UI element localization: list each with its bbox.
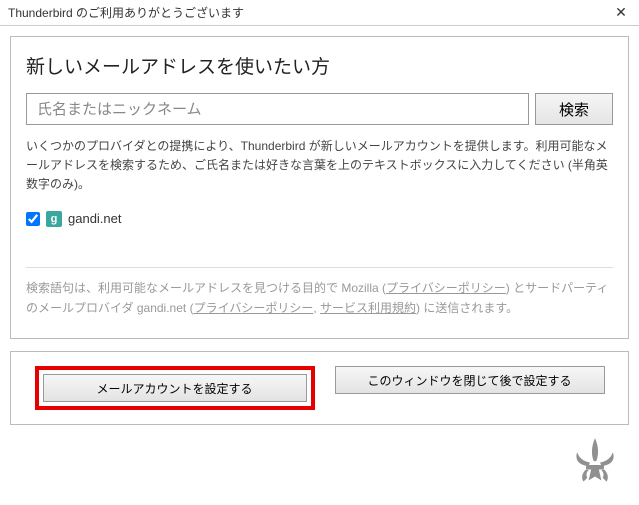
divider (26, 267, 613, 268)
main-panel: 新しいメールアドレスを使いたい方 検索 いくつかのプロバイダとの提携により、Th… (10, 36, 629, 339)
gandi-privacy-link[interactable]: プライバシーポリシー (194, 301, 314, 315)
search-button[interactable]: 検索 (535, 93, 613, 125)
close-later-button[interactable]: このウィンドウを閉じて後で設定する (335, 366, 605, 394)
fleur-de-lis-icon (563, 433, 627, 497)
name-input[interactable] (26, 93, 529, 125)
gandi-icon: g (46, 211, 62, 227)
privacy-footer: 検索語句は、利用可能なメールアドレスを見つける目的で Mozilla (プライバ… (26, 278, 613, 319)
gandi-tos-link[interactable]: サービス利用規約 (320, 301, 416, 315)
provider-row: g gandi.net (26, 211, 613, 227)
footer-text-4: ) に送信されます。 (416, 301, 518, 315)
footer-text-1: 検索語句は、利用可能なメールアドレスを見つける目的で Mozilla ( (26, 281, 386, 295)
panel-heading: 新しいメールアドレスを使いたい方 (26, 52, 613, 79)
close-icon[interactable]: ✕ (611, 4, 631, 21)
setup-account-button[interactable]: メールアカウントを設定する (43, 374, 307, 402)
titlebar: Thunderbird のご利用ありがとうございます ✕ (0, 0, 639, 26)
button-panel: メールアカウントを設定する このウィンドウを閉じて後で設定する (10, 351, 629, 425)
search-row: 検索 (26, 93, 613, 125)
window-title: Thunderbird のご利用ありがとうございます (8, 4, 244, 21)
footer-text-3: , (313, 301, 320, 315)
description-text: いくつかのプロバイダとの提携により、Thunderbird が新しいメールアカウ… (26, 137, 613, 195)
provider-name: gandi.net (68, 211, 122, 226)
mozilla-privacy-link[interactable]: プライバシーポリシー (386, 281, 506, 295)
content-area: 新しいメールアドレスを使いたい方 検索 いくつかのプロバイダとの提携により、Th… (0, 26, 639, 425)
provider-checkbox[interactable] (26, 212, 40, 226)
highlight-box: メールアカウントを設定する (35, 366, 315, 410)
